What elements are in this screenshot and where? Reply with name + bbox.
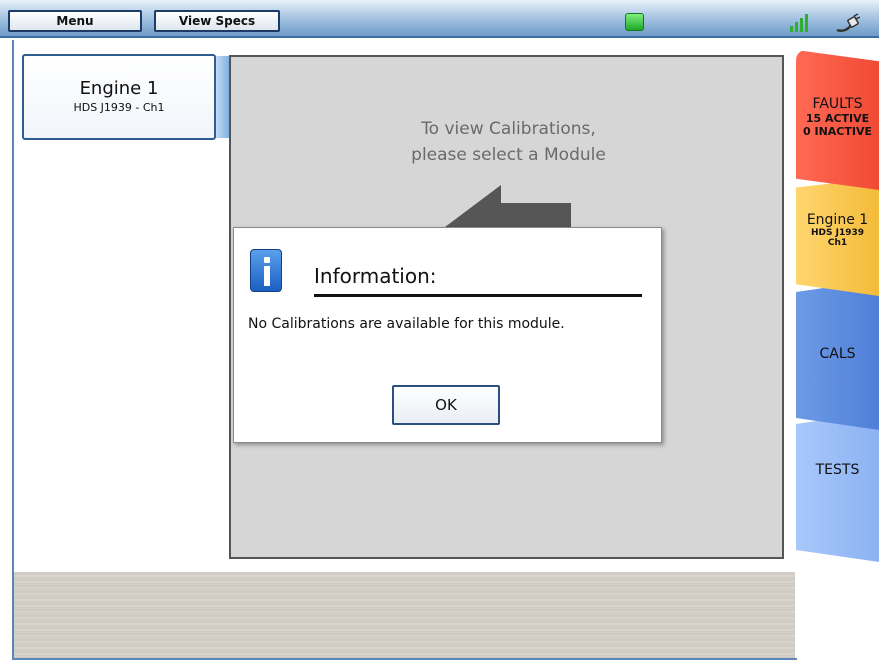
module-protocol: HDS J1939 - Ch1 xyxy=(73,101,165,114)
module-card-engine-1[interactable]: Engine 1 HDS J1939 - Ch1 xyxy=(22,54,216,140)
plug-icon[interactable] xyxy=(834,12,861,34)
information-dialog: Information: No Calibrations are availab… xyxy=(233,227,662,443)
hint-line-2: please select a Module xyxy=(411,145,606,165)
module-name: Engine 1 xyxy=(79,78,159,99)
tab-cals[interactable]: CALS xyxy=(796,280,879,430)
tab-tests[interactable]: TESTS xyxy=(796,412,879,562)
tab-tests-label: TESTS xyxy=(815,462,860,478)
tab-faults-label: FAULTS xyxy=(812,96,863,112)
dialog-title: Information: xyxy=(314,264,437,288)
tab-faults[interactable]: FAULTS 15 ACTIVE 0 INACTIVE xyxy=(796,50,879,190)
tab-engine-1[interactable]: Engine 1 HDS J1939 Ch1 xyxy=(796,178,879,296)
tab-cals-label: CALS xyxy=(819,346,856,362)
dialog-message: No Calibrations are available for this m… xyxy=(248,316,565,332)
hint-line-1: To view Calibrations, xyxy=(421,119,596,139)
info-icon xyxy=(250,249,282,292)
top-toolbar: Menu View Specs xyxy=(0,0,879,38)
menu-button[interactable]: Menu xyxy=(8,10,142,32)
bottom-strip xyxy=(14,572,795,658)
tab-engine-protocol: HDS J1939 xyxy=(810,228,864,238)
faults-inactive-count: 0 INACTIVE xyxy=(803,125,872,138)
ok-button[interactable]: OK xyxy=(392,385,500,425)
faults-active-count: 15 ACTIVE xyxy=(805,112,870,125)
title-divider xyxy=(314,294,642,297)
tab-engine-label: Engine 1 xyxy=(806,212,869,228)
selected-module-connector xyxy=(214,56,230,138)
tab-engine-channel: Ch1 xyxy=(827,238,848,248)
connection-status-indicator xyxy=(625,13,644,31)
view-specs-button[interactable]: View Specs xyxy=(154,10,280,32)
signal-strength-icon xyxy=(790,14,808,32)
